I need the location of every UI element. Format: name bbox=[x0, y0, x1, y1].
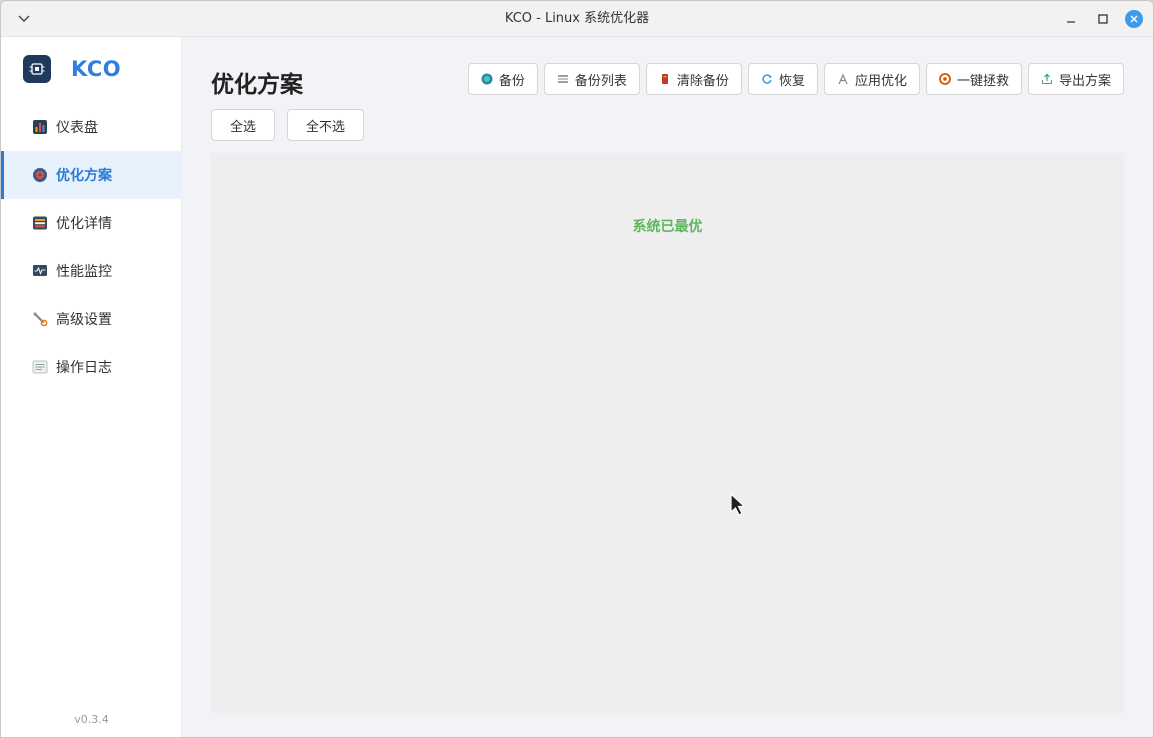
select-none-button[interactable]: 全不选 bbox=[287, 109, 365, 141]
one-click-rescue-button[interactable]: 一键拯救 bbox=[925, 63, 1022, 95]
sidebar-item-label: 高级设置 bbox=[56, 312, 112, 328]
clear-backup-button[interactable]: 清除备份 bbox=[645, 63, 742, 95]
optimization-list-panel: 系统已最优 bbox=[211, 153, 1124, 713]
sidebar-item-performance-monitor[interactable]: 性能监控 bbox=[1, 247, 182, 295]
backup-list-label: 备份列表 bbox=[574, 73, 627, 89]
rescue-icon bbox=[939, 73, 951, 85]
maximize-icon bbox=[1098, 14, 1108, 24]
sidebar-nav: 仪表盘 优化方案 优化详情 性能监控 高级设置 操作日志 bbox=[1, 103, 182, 391]
apply-icon bbox=[837, 73, 849, 85]
brand: KCO bbox=[23, 55, 121, 83]
minimize-button[interactable] bbox=[1055, 9, 1087, 29]
status-message: 系统已最优 bbox=[632, 219, 703, 235]
close-button[interactable] bbox=[1125, 10, 1143, 28]
chip-logo-icon bbox=[23, 55, 51, 83]
window-title: KCO - Linux 系统优化器 bbox=[504, 11, 650, 26]
backup-label: 备份 bbox=[498, 73, 525, 89]
export-plan-label: 导出方案 bbox=[1058, 73, 1111, 89]
dashboard-icon bbox=[32, 119, 48, 135]
brand-name: KCO bbox=[71, 57, 122, 81]
monitor-icon bbox=[32, 263, 48, 279]
maximize-button[interactable] bbox=[1087, 9, 1119, 29]
sidebar-item-label: 优化详情 bbox=[56, 216, 112, 232]
sidebar-item-optimization-details[interactable]: 优化详情 bbox=[1, 199, 182, 247]
close-icon bbox=[1130, 15, 1138, 23]
sidebar-item-advanced-settings[interactable]: 高级设置 bbox=[1, 295, 182, 343]
title-bar: KCO - Linux 系统优化器 bbox=[1, 1, 1153, 37]
selection-controls: 全选 全不选 bbox=[211, 109, 365, 141]
backup-list-button[interactable]: 备份列表 bbox=[543, 63, 640, 95]
restore-label: 恢复 bbox=[778, 73, 805, 89]
sidebar-item-optimization-plan[interactable]: 优化方案 bbox=[1, 151, 182, 199]
apply-optimization-button[interactable]: 应用优化 bbox=[823, 63, 920, 95]
export-plan-button[interactable]: 导出方案 bbox=[1027, 63, 1124, 95]
window-controls bbox=[1055, 9, 1143, 29]
app-window: KCO - Linux 系统优化器 KCO 仪表盘 优化方案 优化详情 性能监控… bbox=[0, 0, 1154, 738]
backup-icon bbox=[481, 73, 493, 85]
refresh-icon bbox=[761, 73, 773, 85]
sidebar-item-label: 仪表盘 bbox=[56, 120, 98, 136]
sidebar-item-dashboard[interactable]: 仪表盘 bbox=[1, 103, 182, 151]
page-title: 优化方案 bbox=[211, 72, 303, 98]
stack-icon bbox=[557, 73, 569, 85]
wrench-icon bbox=[32, 311, 48, 327]
app-version: v0.3.4 bbox=[74, 713, 109, 726]
main-content: 优化方案 备份 备份列表 清除备份 恢复 应用优化 一键拯救 导出方案 全选 全… bbox=[183, 37, 1153, 737]
sidebar-item-label: 操作日志 bbox=[56, 360, 112, 376]
log-icon bbox=[32, 359, 48, 375]
trash-icon bbox=[659, 73, 671, 85]
toolbar: 备份 备份列表 清除备份 恢复 应用优化 一键拯救 导出方案 bbox=[467, 63, 1124, 95]
export-icon bbox=[1041, 73, 1053, 85]
select-all-button[interactable]: 全选 bbox=[211, 109, 276, 141]
restore-button[interactable]: 恢复 bbox=[747, 63, 818, 95]
target-icon bbox=[32, 167, 48, 183]
sidebar-item-operation-log[interactable]: 操作日志 bbox=[1, 343, 182, 391]
backup-button[interactable]: 备份 bbox=[467, 63, 538, 95]
mouse-cursor-icon bbox=[730, 492, 750, 517]
apply-optimization-label: 应用优化 bbox=[854, 73, 907, 89]
sidebar-item-label: 优化方案 bbox=[56, 168, 112, 184]
one-click-rescue-label: 一键拯救 bbox=[956, 73, 1009, 89]
list-icon bbox=[32, 215, 48, 231]
minimize-icon bbox=[1067, 21, 1075, 23]
clear-backup-label: 清除备份 bbox=[676, 73, 729, 89]
sidebar: KCO 仪表盘 优化方案 优化详情 性能监控 高级设置 操作日志 v0.3.4 bbox=[1, 37, 182, 737]
sidebar-item-label: 性能监控 bbox=[56, 264, 112, 280]
